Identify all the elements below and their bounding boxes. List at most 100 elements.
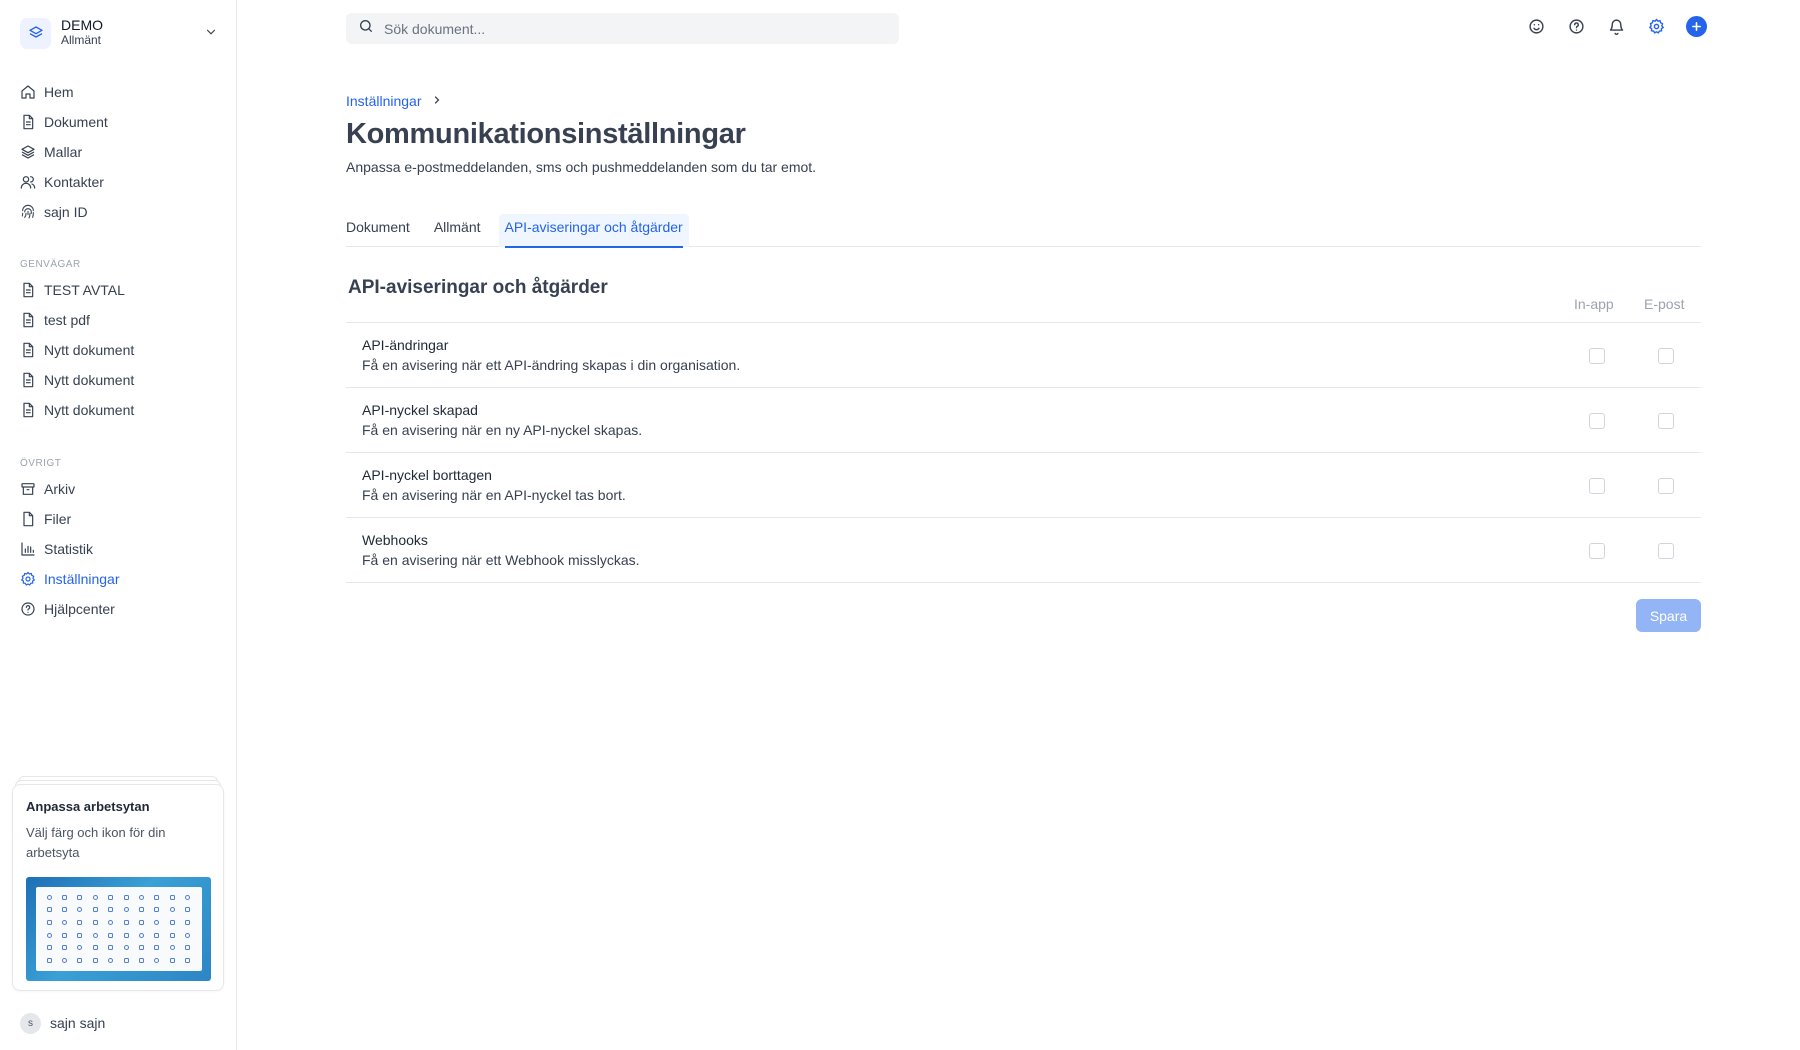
smiley-icon[interactable] [1526,17,1546,37]
grid-glyph-icon [88,954,103,967]
notification-row: API-nyckel borttagen Få en avisering när… [346,453,1701,518]
grid-glyph-icon [42,916,57,929]
users-icon [20,176,36,189]
help-circle-icon[interactable] [1566,17,1586,37]
grid-glyph-icon [42,942,57,955]
grid-glyph-icon [88,916,103,929]
grid-glyph-icon [57,942,72,955]
grid-glyph-icon [165,954,180,967]
grid-glyph-icon [103,904,118,917]
grid-glyph-icon [149,916,164,929]
grid-glyph-icon [165,891,180,904]
user-menu[interactable]: s sajn sajn [20,1012,105,1034]
search-icon [358,18,374,39]
sidebar-item-label: Kontakter [44,174,104,190]
grid-glyph-icon [149,891,164,904]
avatar: s [20,1012,41,1034]
shortcuts-nav: GENVÄGAR TEST AVTAL test pdf Nytt dokume… [12,253,224,425]
grid-glyph-icon [134,929,149,942]
grid-glyph-icon [57,916,72,929]
grid-glyph-icon [57,954,72,967]
document-icon [23,282,34,298]
grid-glyph-icon [118,942,133,955]
file-icon [23,511,34,527]
shortcut-label: Nytt dokument [44,342,135,358]
gear-icon [21,571,35,586]
sidebar-item-statistik[interactable]: Statistik [12,534,224,564]
grid-glyph-icon [134,904,149,917]
shortcut-label: Nytt dokument [44,372,135,388]
breadcrumb-link-installningar[interactable]: Inställningar [346,93,422,109]
grid-glyph-icon [42,904,57,917]
notification-title: API-ändringar [362,337,449,353]
user-name: sajn sajn [50,1015,106,1031]
notification-row: API-ändringar Få en avisering när ett AP… [346,323,1701,388]
shortcut-item[interactable]: test pdf [12,305,224,335]
search-input[interactable] [384,20,864,37]
layers-icon [21,145,35,159]
grid-glyph-icon [118,916,133,929]
grid-glyph-icon [134,916,149,929]
promo-text: Välj färg och ikon för din arbetsyta [26,825,166,860]
grid-glyph-icon [72,929,87,942]
sidebar-item-kontakter[interactable]: Kontakter [12,167,224,197]
inapp-checkbox[interactable] [1589,413,1605,429]
shortcut-item[interactable]: TEST AVTAL [12,275,224,305]
grid-glyph-icon [118,891,133,904]
grid-glyph-icon [165,904,180,917]
sidebar-item-sajn-id[interactable]: sajn ID [12,197,224,227]
grid-glyph-icon [42,929,57,942]
gear-icon[interactable] [1646,17,1666,37]
sidebar-item-filer[interactable]: Filer [12,504,224,534]
grid-glyph-icon [72,954,87,967]
sidebar-item-label: Inställningar [44,571,120,587]
sidebar-item-arkiv[interactable]: Arkiv [12,474,224,504]
search-bar[interactable] [346,13,899,44]
tab-allmant[interactable]: Allmänt [434,214,481,247]
fingerprint-icon [21,204,34,219]
email-checkbox[interactable] [1658,348,1674,364]
shortcut-item[interactable]: Nytt dokument [12,335,224,365]
notification-description: Få en avisering när ett API-ändring skap… [362,357,741,373]
sidebar-item-hjalpcenter[interactable]: Hjälpcenter [12,594,224,624]
save-button[interactable]: Spara [1636,599,1701,632]
promo-title: Anpassa arbetsytan [26,799,150,814]
page-title: Kommunikationsinställningar [346,118,746,150]
tab-dokument[interactable]: Dokument [346,214,410,247]
grid-glyph-icon [118,904,133,917]
grid-glyph-icon [88,942,103,955]
grid-glyph-icon [165,929,180,942]
workspace-switcher[interactable]: DEMO Allmänt [20,16,218,50]
bell-icon[interactable] [1606,17,1626,37]
customize-workspace-card[interactable]: Anpassa arbetsytan Välj färg och ikon fö… [12,784,224,991]
inapp-checkbox[interactable] [1589,478,1605,494]
breadcrumb: Inställningar [346,93,443,109]
notification-description: Få en avisering när ett Webhook misslyck… [362,552,640,568]
notification-title: API-nyckel borttagen [362,467,492,483]
sidebar-item-installningar[interactable]: Inställningar [12,564,224,594]
grid-glyph-icon [88,904,103,917]
tab-api-aviseringar[interactable]: API-aviseringar och åtgärder [498,214,689,248]
email-checkbox[interactable] [1658,413,1674,429]
inapp-checkbox[interactable] [1589,543,1605,559]
chevron-down-icon [204,25,218,44]
layers-icon [20,17,51,49]
help-circle-icon [21,602,35,616]
notification-title: Webhooks [362,532,428,548]
email-checkbox[interactable] [1658,478,1674,494]
sidebar-item-dokument[interactable]: Dokument [12,107,224,137]
shortcut-item[interactable]: Nytt dokument [12,365,224,395]
notification-description: Få en avisering när en API-nyckel tas bo… [362,487,626,503]
inapp-checkbox[interactable] [1589,348,1605,364]
sidebar-item-mallar[interactable]: Mallar [12,137,224,167]
grid-glyph-icon [57,929,72,942]
shortcut-label: test pdf [44,312,90,328]
email-checkbox[interactable] [1658,543,1674,559]
grid-glyph-icon [88,891,103,904]
grid-glyph-icon [165,916,180,929]
grid-glyph-icon [72,891,87,904]
sidebar-item-label: sajn ID [44,204,88,220]
sidebar-item-hem[interactable]: Hem [12,77,224,107]
shortcut-item[interactable]: Nytt dokument [12,395,224,425]
plus-icon[interactable] [1686,16,1707,37]
